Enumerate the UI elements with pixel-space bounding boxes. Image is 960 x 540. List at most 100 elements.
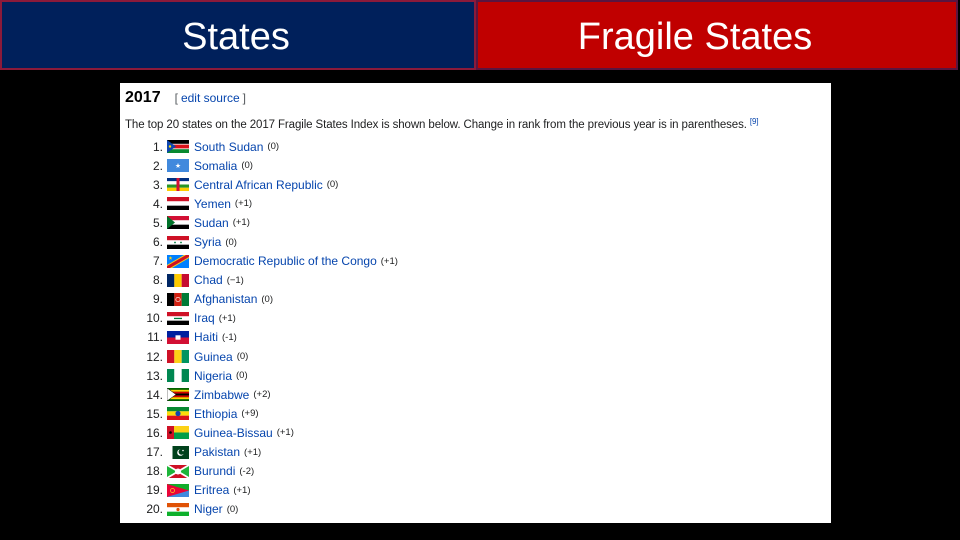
rank-number: 11. xyxy=(147,330,163,345)
rank-number: 2. xyxy=(152,158,163,173)
list-item: 19. Eritrea (+1) xyxy=(125,481,831,500)
iraq-flag-icon[interactable] xyxy=(167,311,189,325)
list-item: 11. Haiti (-1) xyxy=(125,328,831,347)
rank-change: (+1) xyxy=(233,484,251,496)
country-link[interactable]: Burundi xyxy=(194,464,235,478)
syria-flag-icon[interactable] xyxy=(167,235,189,249)
list-item: 8. Chad (−1) xyxy=(125,271,831,290)
country-link[interactable]: Guinea xyxy=(194,350,233,364)
zimbabwe-flag-icon[interactable] xyxy=(167,388,189,402)
wikipedia-excerpt: 2017 [edit source] The top 20 states on … xyxy=(120,83,831,523)
rank-number: 16. xyxy=(146,425,163,440)
nigeria-flag-icon[interactable] xyxy=(167,369,189,383)
rank-number: 15. xyxy=(146,406,163,421)
list-item: 5. Sudan (+1) xyxy=(125,213,831,232)
country-link[interactable]: Yemen xyxy=(194,197,231,211)
afghanistan-flag-icon[interactable] xyxy=(167,292,189,306)
rank-change: (0) xyxy=(326,179,339,191)
rank-number: 3. xyxy=(152,177,163,192)
edit-bracket-close: ] xyxy=(242,91,246,105)
country-link[interactable]: Niger xyxy=(194,502,223,516)
rank-number: 1. xyxy=(152,139,163,154)
drc-flag-icon[interactable] xyxy=(167,254,189,268)
country-link[interactable]: Democratic Republic of the Congo xyxy=(194,254,377,268)
rank-change: (0) xyxy=(267,141,280,153)
country-link[interactable]: Zimbabwe xyxy=(194,388,249,402)
pakistan-flag-icon[interactable] xyxy=(167,445,189,459)
somalia-flag-icon[interactable] xyxy=(167,159,189,173)
citation-link[interactable]: [9] xyxy=(750,117,759,126)
header-fragile-states: Fragile States xyxy=(476,0,958,70)
list-item: 9. Afghanistan (0) xyxy=(125,290,831,309)
car-flag-icon[interactable] xyxy=(167,178,189,192)
country-link[interactable]: Haiti xyxy=(194,330,218,344)
country-link[interactable]: Afghanistan xyxy=(194,292,257,306)
rank-change: (+1) xyxy=(234,198,253,210)
list-item: 10. Iraq (+1) xyxy=(125,309,831,328)
list-item: 17. Pakistan (+1) xyxy=(125,443,831,462)
country-link[interactable]: Somalia xyxy=(194,159,237,173)
list-item: 14. Zimbabwe (+2) xyxy=(125,385,831,404)
rank-change: (0) xyxy=(236,351,249,363)
country-link[interactable]: Chad xyxy=(194,273,223,287)
rank-number: 9. xyxy=(152,292,163,307)
rank-change: (+1) xyxy=(380,255,398,267)
country-link[interactable]: Eritrea xyxy=(194,483,229,497)
rank-number: 14. xyxy=(146,387,163,402)
country-link[interactable]: Sudan xyxy=(194,216,229,230)
list-item: 15. Ethiopia (+9) xyxy=(125,404,831,423)
edit-bracket-open: [ xyxy=(174,91,178,105)
haiti-flag-icon[interactable] xyxy=(167,330,189,344)
country-link[interactable]: Guinea-Bissau xyxy=(194,426,273,440)
list-item: 18. Burundi (-2) xyxy=(125,462,831,481)
rank-change: (-1) xyxy=(222,331,237,343)
header-states: States xyxy=(0,0,476,70)
list-item: 7. Democratic Republic of the Congo (+1) xyxy=(125,252,831,271)
guinea-bissau-flag-icon[interactable] xyxy=(167,426,189,440)
intro-paragraph: The top 20 states on the 2017 Fragile St… xyxy=(125,117,831,133)
edit-source-link[interactable]: edit source xyxy=(181,91,240,105)
rank-change: (0) xyxy=(241,160,253,172)
ethiopia-flag-icon[interactable] xyxy=(167,407,189,421)
rank-change: (−1) xyxy=(226,274,244,286)
list-item: 16. Guinea-Bissau (+1) xyxy=(125,423,831,442)
rank-number: 18. xyxy=(146,464,163,479)
rank-change: (0) xyxy=(225,236,237,248)
burundi-flag-icon[interactable] xyxy=(167,464,189,478)
south-sudan-flag-icon[interactable] xyxy=(167,140,189,154)
country-link[interactable]: Iraq xyxy=(194,311,215,325)
list-item: 4. Yemen (+1) xyxy=(125,194,831,213)
list-item: 1. South Sudan (0) xyxy=(125,137,831,156)
country-link[interactable]: South Sudan xyxy=(194,140,263,154)
rank-change: (+1) xyxy=(232,217,250,229)
country-link[interactable]: Pakistan xyxy=(194,445,240,459)
rank-number: 17. xyxy=(146,445,163,460)
guinea-flag-icon[interactable] xyxy=(167,350,189,364)
country-link[interactable]: Syria xyxy=(194,235,221,249)
list-item: 13. Nigeria (0) xyxy=(125,366,831,385)
eritrea-flag-icon[interactable] xyxy=(167,483,189,497)
rank-change: (+1) xyxy=(244,446,262,458)
section-title: 2017 xyxy=(125,89,161,106)
header-fragile-states-label: Fragile States xyxy=(577,15,813,58)
rank-number: 10. xyxy=(146,311,163,326)
rank-change: (+1) xyxy=(218,312,236,324)
niger-flag-icon[interactable] xyxy=(167,502,189,516)
edit-section: [edit source] xyxy=(175,91,246,105)
rank-number: 20. xyxy=(146,502,163,517)
header-states-label: States xyxy=(182,15,290,58)
country-link[interactable]: Ethiopia xyxy=(194,407,237,421)
rank-number: 13. xyxy=(146,368,163,383)
sudan-flag-icon[interactable] xyxy=(167,216,189,230)
country-link[interactable]: Central African Republic xyxy=(194,178,323,192)
rank-change: (0) xyxy=(236,370,248,382)
country-link[interactable]: Nigeria xyxy=(194,369,232,383)
section-heading: 2017 [edit source] xyxy=(125,89,831,109)
list-item: 3. Central African Republic (0) xyxy=(125,175,831,194)
rank-number: 19. xyxy=(146,483,163,498)
list-item: 6. Syria (0) xyxy=(125,232,831,251)
yemen-flag-icon[interactable] xyxy=(167,197,189,211)
fragile-states-list: 1. South Sudan (0) 2. Somalia (0) 3. Central Af… xyxy=(125,137,831,519)
rank-number: 8. xyxy=(152,273,163,288)
chad-flag-icon[interactable] xyxy=(167,273,189,287)
